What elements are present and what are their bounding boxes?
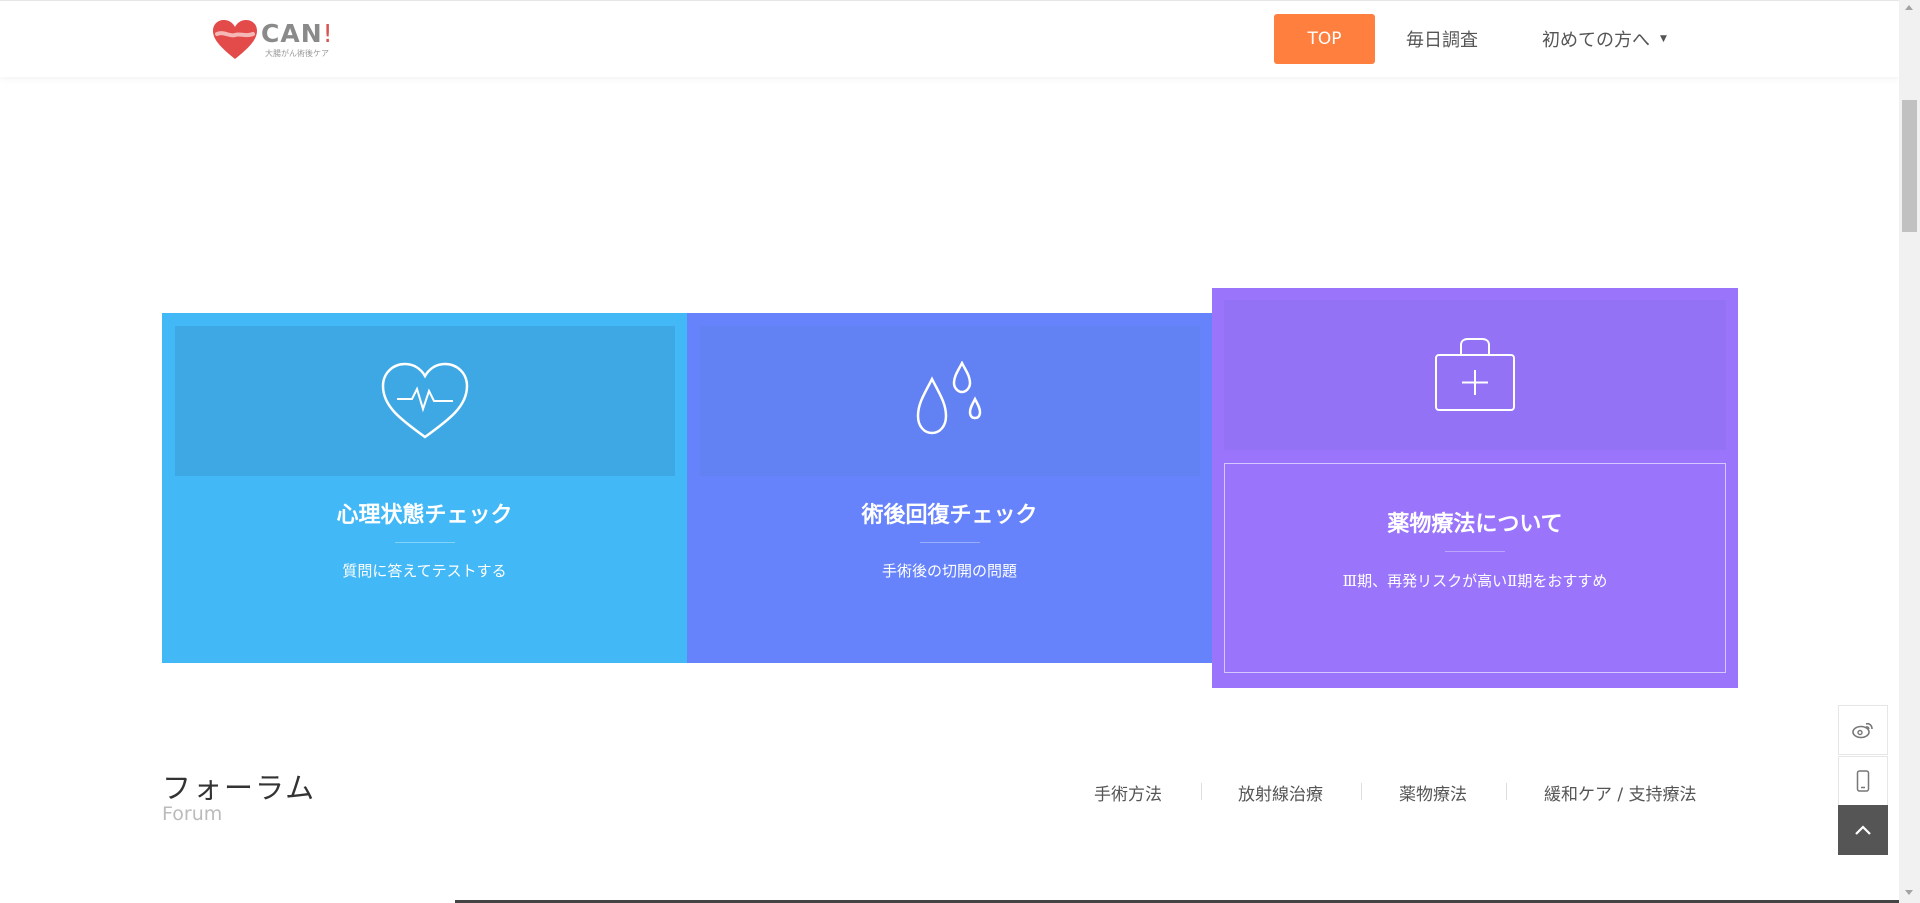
- tab-separator: [1201, 783, 1202, 800]
- side-toolbar: [1838, 705, 1888, 855]
- card-icon-area: [1224, 300, 1726, 450]
- phone-icon: [1856, 770, 1870, 792]
- forum-title: フォーラム: [162, 771, 317, 805]
- card-title: 術後回復チェック: [861, 503, 1038, 528]
- forum-subtitle: Forum: [162, 803, 223, 825]
- page-scrollbar[interactable]: [1899, 0, 1920, 903]
- card-icon-area: [175, 326, 675, 476]
- chevron-up-icon: [1855, 825, 1871, 835]
- weibo-icon: [1852, 722, 1873, 739]
- forum-tab-surgery[interactable]: 手術方法: [1094, 780, 1162, 805]
- forum-tab-palliative[interactable]: 緩和ケア / 支持療法: [1544, 780, 1697, 805]
- card-drug-therapy[interactable]: 薬物療法について Ⅲ期、再発リスクが高いⅡ期をおすすめ: [1212, 288, 1738, 688]
- back-to-top-button[interactable]: [1838, 805, 1888, 855]
- heart-logo-icon: [213, 20, 257, 59]
- heart-pulse-icon: [381, 362, 469, 439]
- tab-separator: [1361, 783, 1362, 800]
- logo-tagline: 大腸がん術後ケア: [265, 49, 329, 58]
- card-inner-frame: [1224, 463, 1726, 673]
- card-recovery-check[interactable]: 術後回復チェック 手術後の切開の問題: [687, 313, 1212, 663]
- card-divider: [1445, 551, 1505, 552]
- forum-tab-drug[interactable]: 薬物療法: [1399, 780, 1467, 805]
- card-title: 薬物療法について: [1387, 512, 1563, 537]
- nav-first-label: 初めての方へ: [1542, 30, 1650, 51]
- scroll-thumb[interactable]: [1902, 100, 1917, 232]
- tab-separator: [1506, 783, 1507, 800]
- site-header: CAN! 大腸がん術後ケア TOP 毎日調査 初めての方へ ▼: [0, 0, 1899, 77]
- card-icon-area: [700, 326, 1200, 476]
- logo-wordmark: CAN!: [261, 19, 334, 48]
- card-subtitle: 手術後の切開の問題: [881, 562, 1017, 580]
- weibo-button[interactable]: [1838, 705, 1888, 755]
- card-divider: [919, 542, 980, 543]
- card-psychological-check[interactable]: 心理状態チェック 質問に答えてテストする: [162, 313, 687, 663]
- mobile-button[interactable]: [1838, 756, 1888, 806]
- water-drops-icon: [916, 361, 982, 435]
- medical-kit-icon: [1435, 338, 1515, 411]
- scroll-down-arrow-icon[interactable]: [1905, 890, 1913, 895]
- forum-tab-radiation[interactable]: 放射線治療: [1238, 780, 1323, 805]
- site-logo[interactable]: CAN! 大腸がん術後ケア: [212, 17, 333, 63]
- card-subtitle: Ⅲ期、再発リスクが高いⅡ期をおすすめ: [1342, 572, 1608, 590]
- card-divider: [394, 542, 455, 543]
- nav-top-button[interactable]: TOP: [1274, 14, 1375, 64]
- scroll-up-arrow-icon[interactable]: [1905, 5, 1913, 10]
- card-subtitle: 質問に答えてテストする: [342, 562, 507, 580]
- card-title: 心理状態チェック: [336, 503, 513, 528]
- caret-down-icon: ▼: [1660, 34, 1667, 44]
- nav-daily-survey[interactable]: 毎日調査: [1406, 14, 1478, 64]
- nav-first-visitors[interactable]: 初めての方へ ▼: [1542, 14, 1667, 64]
